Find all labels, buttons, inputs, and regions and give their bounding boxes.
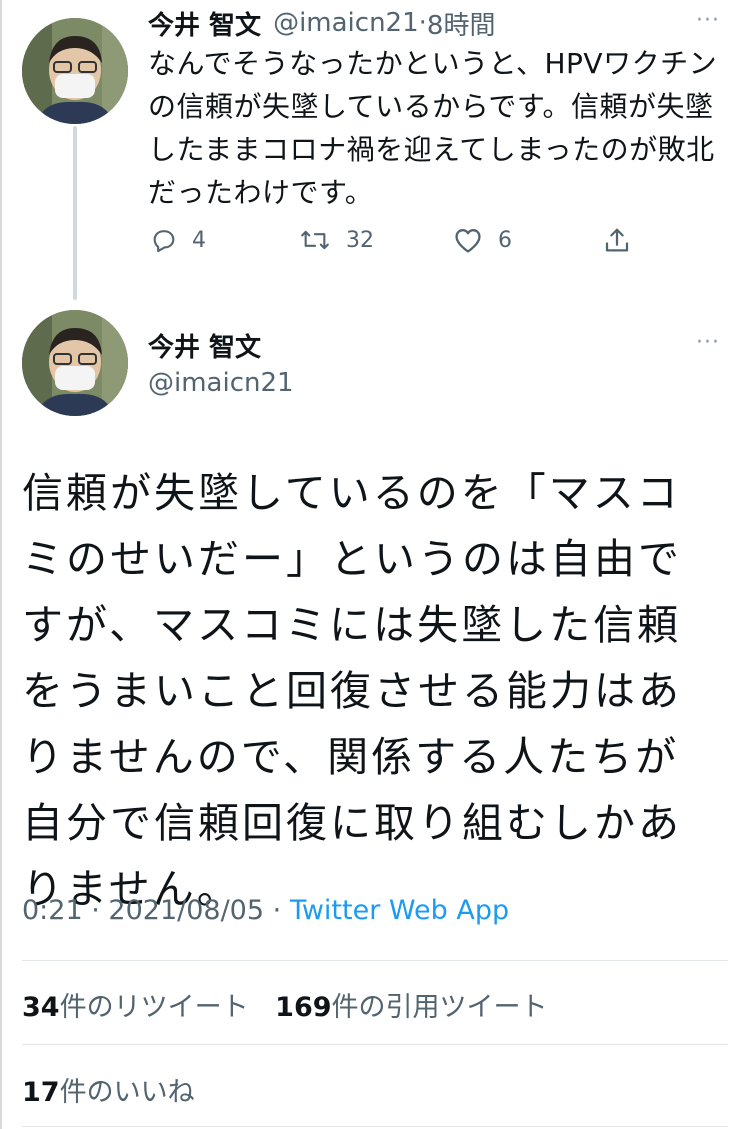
tweet-date[interactable]: 2021/08/05 <box>108 895 264 926</box>
separator-dot: · <box>418 8 427 38</box>
share-icon <box>605 228 629 252</box>
handle[interactable]: @imaicn21 <box>148 368 294 398</box>
reply-button[interactable]: 4 <box>150 226 206 254</box>
avatar[interactable] <box>22 18 128 124</box>
like-count: 6 <box>498 227 512 253</box>
retweet-button[interactable]: 32 <box>298 226 374 254</box>
separator-dot: · <box>272 895 282 926</box>
reply-icon <box>153 230 175 253</box>
separator-dot: · <box>91 895 100 926</box>
tweet1-header: 今井 智文 @imaicn21 · 8時間 <box>148 5 496 42</box>
retweet-icon <box>301 230 329 250</box>
share-button[interactable] <box>602 226 646 256</box>
tweet-time[interactable]: 0:21 <box>22 895 83 926</box>
engagement-stats: 34件のリツイート 169件の引用ツイート <box>22 985 548 1024</box>
divider <box>22 1044 728 1045</box>
handle[interactable]: @imaicn21 <box>273 8 419 38</box>
tweet-meta: 0:21 · 2021/08/05 · Twitter Web App <box>22 895 509 926</box>
timestamp[interactable]: 8時間 <box>427 5 496 42</box>
more-options-icon[interactable]: ··· <box>696 330 720 355</box>
retweet-count: 32 <box>346 227 374 253</box>
retweet-label: 件のリツイート <box>59 992 249 1023</box>
reply-count: 4 <box>192 227 206 253</box>
avatar[interactable] <box>22 310 128 416</box>
more-options-icon[interactable]: ··· <box>696 8 720 33</box>
divider <box>22 960 728 961</box>
retweet-count: 34 <box>22 992 60 1023</box>
likes-stat[interactable]: 17件のいいね <box>22 1070 195 1109</box>
display-name[interactable]: 今井 智文 <box>148 327 261 364</box>
like-count: 17 <box>22 1077 60 1108</box>
tweet1-text: なんでそうなったかというと、HPVワクチンの信頼が失墜しているからです。信頼が失… <box>148 47 718 209</box>
divider <box>22 1126 728 1127</box>
heart-icon <box>455 229 481 253</box>
window-edge <box>0 0 2 1129</box>
retweets-stat[interactable]: 34件のリツイート <box>22 992 249 1023</box>
source-link[interactable]: Twitter Web App <box>290 895 509 926</box>
tweet2-text: 信頼が失墜しているのを「マスコミのせいだー」というのは自由ですが、マスコミには失… <box>22 469 682 913</box>
like-button[interactable]: 6 <box>452 226 512 254</box>
like-label: 件のいいね <box>59 1077 195 1108</box>
display-name[interactable]: 今井 智文 <box>148 5 261 42</box>
quotes-stat[interactable]: 169件の引用ツイート <box>275 992 547 1023</box>
quote-count: 169 <box>275 992 332 1023</box>
thread-line <box>73 126 77 300</box>
quote-label: 件の引用ツイート <box>331 992 548 1023</box>
